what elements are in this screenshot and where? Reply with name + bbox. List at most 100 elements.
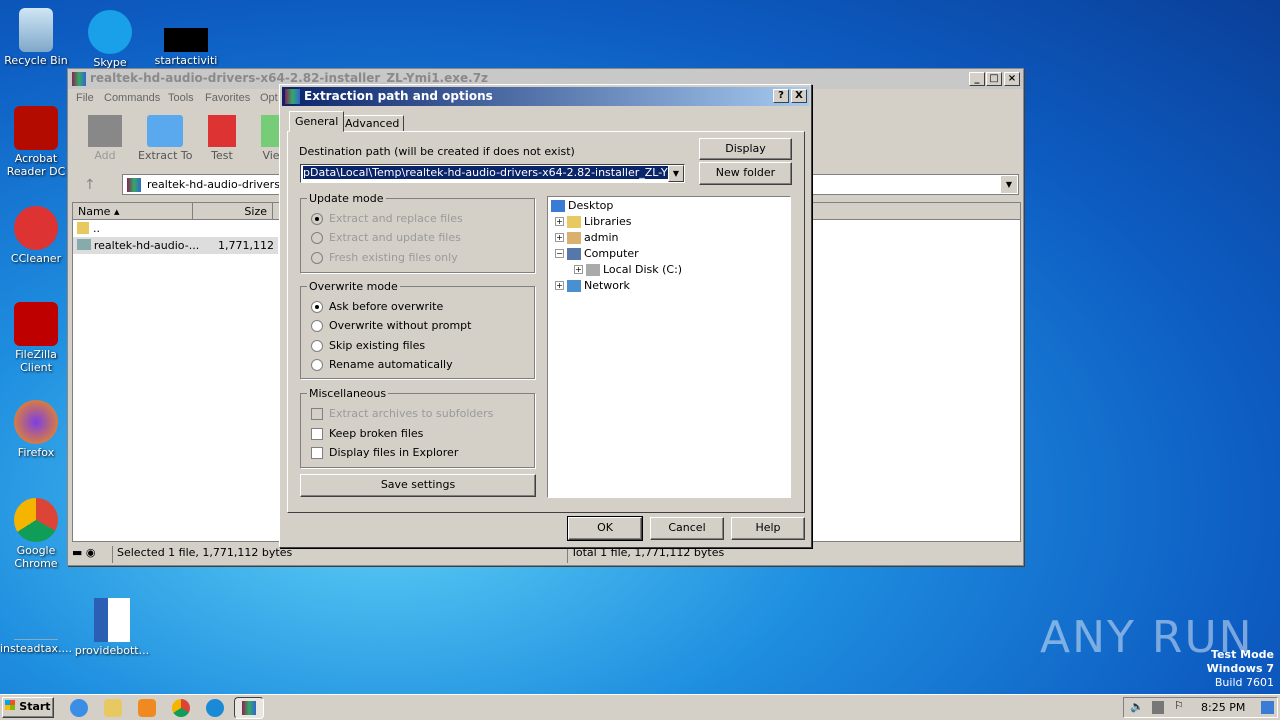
clock[interactable]: 8:25 PM <box>1201 701 1245 714</box>
tab-advanced[interactable]: Advanced <box>340 115 405 132</box>
winrar-icon <box>72 72 86 86</box>
acrobat-icon <box>14 106 58 150</box>
exe-icon <box>77 239 91 250</box>
desktop-icon <box>551 199 565 212</box>
folder-up-icon <box>77 222 89 234</box>
toolbar-view[interactable]: Vie <box>261 111 281 162</box>
file-icon <box>14 618 58 640</box>
tree-item-computer[interactable]: − Computer <box>555 247 639 260</box>
radio-overwrite-without-prompt[interactable]: Overwrite without prompt <box>311 319 471 332</box>
os-label: Windows 7 <box>1206 662 1274 675</box>
dialog-titlebar[interactable]: Extraction path and options ? X <box>282 87 809 106</box>
menu-commands[interactable]: Commands <box>104 92 160 104</box>
desktop-icon-ccleaner[interactable]: CCleaner <box>0 206 74 265</box>
up-button[interactable]: ↑ <box>84 177 96 193</box>
desktop-icon-providebott[interactable]: providebott... <box>74 598 150 657</box>
chrome-icon[interactable] <box>172 699 190 717</box>
radio-fresh-existing[interactable]: Fresh existing files only <box>311 251 458 264</box>
update-mode-group: Update mode Extract and replace files Ex… <box>300 192 535 273</box>
checkbox-display-in-explorer[interactable]: Display files in Explorer <box>311 446 458 459</box>
test-mode-label: Test Mode <box>1211 648 1274 661</box>
folder-icon <box>147 115 184 147</box>
close-icon[interactable]: X <box>791 89 807 103</box>
menu-tools[interactable]: Tools <box>168 92 194 104</box>
column-name[interactable]: Name ▴ <box>73 203 193 219</box>
winrar-taskbar-icon[interactable] <box>234 697 264 719</box>
computer-icon <box>567 247 581 260</box>
media-player-icon[interactable] <box>138 699 156 717</box>
chrome-icon <box>14 498 58 542</box>
menu-favorites[interactable]: Favorites <box>205 92 250 104</box>
explorer-icon[interactable] <box>104 699 122 717</box>
menu-file[interactable]: File <box>76 92 94 104</box>
display-button[interactable]: Display <box>699 138 792 160</box>
help-button[interactable]: Help <box>731 517 805 540</box>
filezilla-icon <box>14 302 58 346</box>
network-tray-icon[interactable] <box>1152 701 1164 714</box>
address-dropdown[interactable]: ▼ <box>1001 176 1017 193</box>
toolbar-test[interactable]: Test <box>208 111 236 162</box>
desktop-icon-skype[interactable]: Skype <box>72 10 148 69</box>
new-folder-button[interactable]: New folder <box>699 162 792 185</box>
recycle-bin-icon <box>19 8 53 52</box>
radio-extract-replace[interactable]: Extract and replace files <box>311 212 463 225</box>
tree-item-network[interactable]: + Network <box>555 279 630 292</box>
folder-tree[interactable]: Desktop + Libraries + admin − Computer + Loc… <box>547 196 791 498</box>
radio-extract-update[interactable]: Extract and update files <box>311 231 461 244</box>
desktop-icon-filezilla[interactable]: FileZilla Client <box>0 302 74 374</box>
window-title: realtek-hd-audio-drivers-x64-2.82-instal… <box>90 71 489 85</box>
radio-ask-before-overwrite[interactable]: Ask before overwrite <box>311 300 443 313</box>
ccleaner-icon <box>14 206 58 250</box>
desktop-icon-insteadtax[interactable]: insteadtax.... <box>0 618 74 655</box>
desktop-icon-chrome[interactable]: Google Chrome <box>0 498 74 570</box>
tab-general[interactable]: General <box>289 111 345 132</box>
destination-path-input[interactable]: pData\Local\Temp\realtek-hd-audio-driver… <box>300 164 685 183</box>
desktop-icon-firefox[interactable]: Firefox <box>0 400 74 459</box>
table-row[interactable]: realtek-hd-audio-... 1,771,112 <box>73 237 278 254</box>
libraries-icon <box>567 215 581 228</box>
tree-item-admin[interactable]: + admin <box>555 231 618 244</box>
edge-icon[interactable] <box>206 699 224 717</box>
toolbar-add[interactable]: Add <box>88 111 122 162</box>
add-icon <box>88 115 122 147</box>
miscellaneous-group: Miscellaneous Extract archives to subfol… <box>300 387 535 468</box>
disk-icon <box>586 263 600 276</box>
maximize-button[interactable]: □ <box>986 72 1002 86</box>
start-button[interactable]: Start <box>2 697 54 718</box>
winrar-icon <box>285 89 300 104</box>
save-settings-button[interactable]: Save settings <box>300 474 536 497</box>
tree-item-local-disk[interactable]: + Local Disk (C:) <box>574 263 682 276</box>
tree-item-desktop[interactable]: Desktop <box>551 199 613 212</box>
close-button[interactable]: × <box>1004 72 1020 86</box>
flag-icon[interactable]: ⚐ <box>1174 699 1184 712</box>
checkbox-extract-subfolders[interactable]: Extract archives to subfolders <box>311 407 493 420</box>
archive-icon <box>127 178 141 192</box>
file-icon <box>164 28 208 52</box>
system-tray: 🔈 ⚐ 8:25 PM <box>1123 697 1278 718</box>
tree-item-libraries[interactable]: + Libraries <box>555 215 632 228</box>
menu-options[interactable]: Opt <box>260 92 278 104</box>
volume-icon[interactable]: 🔈 <box>1130 700 1144 713</box>
desktop-icon-startactiviti[interactable]: startactiviti <box>148 28 224 67</box>
show-desktop-icon[interactable] <box>1261 701 1274 714</box>
cancel-button[interactable]: Cancel <box>650 517 724 540</box>
column-size[interactable]: Size <box>193 203 273 219</box>
help-icon[interactable]: ? <box>773 89 789 103</box>
test-icon <box>208 115 236 147</box>
drive-icon: ▬ ◉ <box>72 546 96 559</box>
radio-rename-automatically[interactable]: Rename automatically <box>311 358 453 371</box>
ie-icon[interactable] <box>70 699 88 717</box>
checkbox-keep-broken[interactable]: Keep broken files <box>311 427 423 440</box>
ok-button[interactable]: OK <box>567 516 643 541</box>
skype-icon <box>88 10 132 54</box>
radio-skip-existing[interactable]: Skip existing files <box>311 339 425 352</box>
toolbar-extract-to[interactable]: Extract To <box>138 111 192 162</box>
destination-label: Destination path (will be created if doe… <box>299 145 575 158</box>
word-document-icon <box>94 598 130 642</box>
status-bar: ▬ ◉ Selected 1 file, 1,771,112 bytes Tot… <box>72 546 1021 563</box>
path-dropdown[interactable]: ▼ <box>668 165 684 182</box>
desktop-icon-recycle-bin[interactable]: Recycle Bin <box>0 8 74 67</box>
firefox-icon <box>14 400 58 444</box>
minimize-button[interactable]: _ <box>969 72 985 86</box>
desktop-icon-acrobat[interactable]: Acrobat Reader DC <box>0 106 74 178</box>
